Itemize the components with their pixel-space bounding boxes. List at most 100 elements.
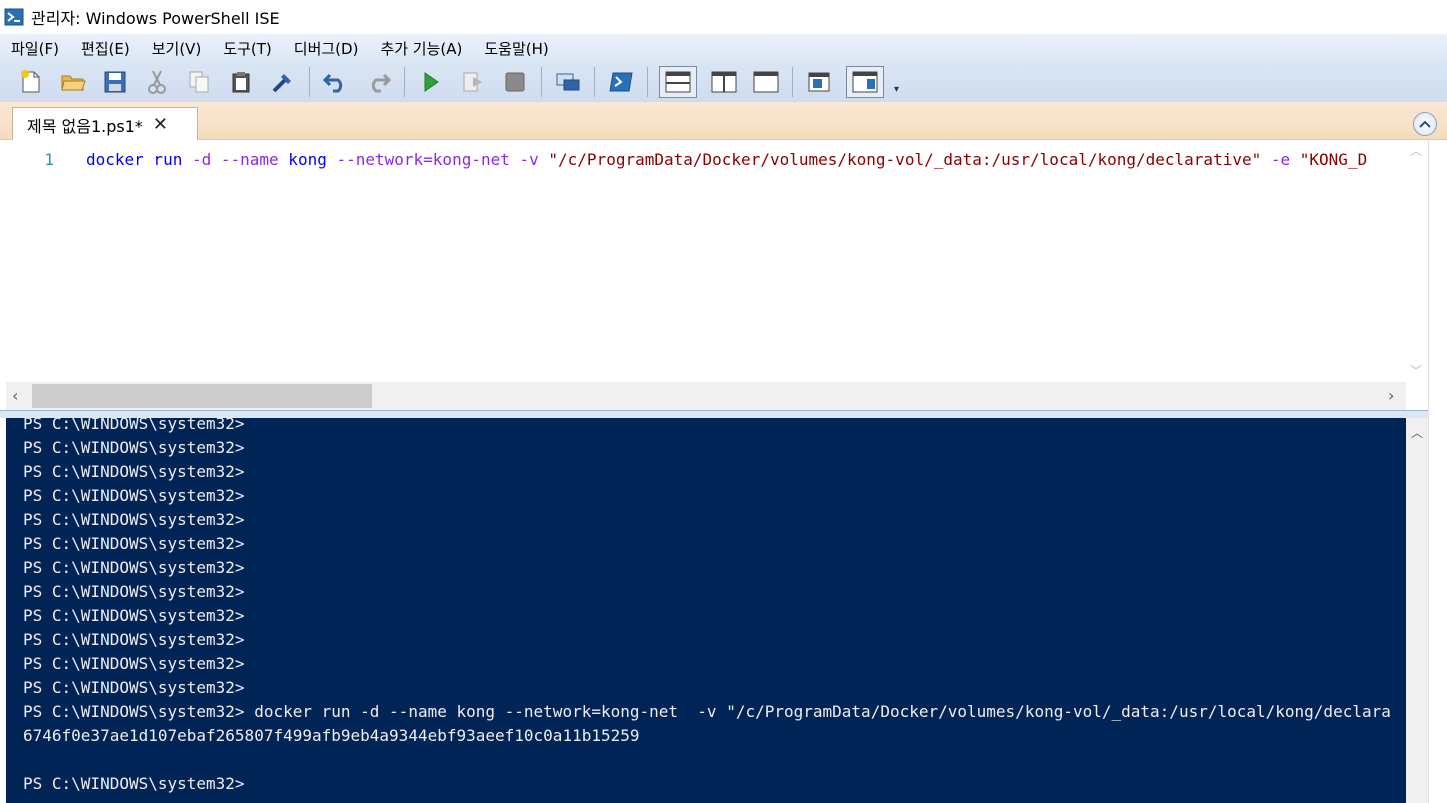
open-folder-icon xyxy=(61,75,86,91)
console-line: PS C:\WINDOWS\system32> xyxy=(23,558,245,577)
menu-bar: 파일(F) 편집(E) 보기(V) 도구(T) 디버그(D) 추가 기능(A) … xyxy=(0,34,1447,62)
run-selection-button[interactable] xyxy=(452,65,494,99)
show-script-pane-top-button[interactable] xyxy=(659,66,697,98)
scroll-up-icon[interactable]: ︿ xyxy=(1407,422,1427,442)
save-button[interactable] xyxy=(94,65,136,99)
editor-vertical-scrollbar[interactable]: ︿ ﹀ xyxy=(1406,140,1428,382)
token-parameter: -d xyxy=(191,150,212,169)
menu-tools[interactable]: 도구(T) xyxy=(212,38,282,59)
toolbar: ▾ xyxy=(0,62,1447,102)
scroll-right-icon[interactable]: › xyxy=(1388,386,1394,405)
new-remote-tab-button[interactable] xyxy=(547,65,589,99)
console-line: PS C:\WINDOWS\system32> xyxy=(23,606,245,625)
console-line: PS C:\WINDOWS\system32> xyxy=(23,418,245,433)
console-pane[interactable]: PS C:\WINDOWS\system32> PS C:\WINDOWS\sy… xyxy=(6,418,1406,803)
title-bar: 관리자: Windows PowerShell ISE xyxy=(0,0,1447,34)
stop-button[interactable] xyxy=(494,65,536,99)
console-line: PS C:\WINDOWS\system32> xyxy=(23,678,245,697)
menu-help[interactable]: 도움말(H) xyxy=(473,38,559,59)
token-command: run xyxy=(143,150,192,169)
close-icon[interactable]: ✕ xyxy=(153,114,168,135)
console-line: PS C:\WINDOWS\system32> xyxy=(23,630,245,649)
redo-button[interactable] xyxy=(357,65,399,99)
console-line: PS C:\WINDOWS\system32> xyxy=(23,582,245,601)
redo-icon xyxy=(371,73,391,93)
scrollbar-thumb[interactable] xyxy=(32,384,372,408)
show-command-window-icon xyxy=(808,72,830,92)
start-powershell-button[interactable] xyxy=(600,65,642,99)
new-file-icon xyxy=(21,70,40,93)
console-line: PS C:\WINDOWS\system32> xyxy=(23,438,245,457)
console-line: PS C:\WINDOWS\system32> xyxy=(23,486,245,505)
token-command: kong xyxy=(278,150,337,169)
window-title: 관리자: Windows PowerShell ISE xyxy=(31,9,280,28)
menu-debug[interactable]: 디버그(D) xyxy=(283,38,370,59)
stop-icon xyxy=(505,72,525,92)
console-output-line: 6746f0e37ae1d107ebaf265807f499afb9eb4a93… xyxy=(23,726,640,745)
powershell-app-icon xyxy=(4,8,24,26)
toolbar-separator xyxy=(404,67,405,97)
run-script-button[interactable] xyxy=(410,65,452,99)
toolbar-separator xyxy=(309,67,310,97)
console-line: PS C:\WINDOWS\system32> xyxy=(23,510,245,529)
paste-button[interactable] xyxy=(220,65,262,99)
show-script-maximized-icon xyxy=(753,71,779,93)
scroll-left-icon[interactable]: ‹ xyxy=(12,386,18,405)
console-vertical-scrollbar[interactable]: ︿ xyxy=(1406,418,1428,803)
show-script-pane-right-button[interactable] xyxy=(703,65,745,99)
script-editor[interactable]: 1 docker run -d --name kong --network=ko… xyxy=(6,140,1428,382)
undo-button[interactable] xyxy=(315,65,357,99)
clear-console-button[interactable] xyxy=(262,65,304,99)
show-command-addon-button[interactable] xyxy=(846,66,884,98)
open-button[interactable] xyxy=(52,65,94,99)
token-command: docker xyxy=(86,150,144,169)
paste-icon xyxy=(232,72,250,93)
run-selection-icon xyxy=(463,72,482,92)
tab-untitled1[interactable]: 제목 없음1.ps1* ✕ xyxy=(12,107,198,141)
copy-button[interactable] xyxy=(178,65,220,99)
token-parameter: -v xyxy=(519,150,539,169)
token-parameter: --network=kong-net xyxy=(336,150,510,169)
menu-file[interactable]: 파일(F) xyxy=(0,38,70,59)
scroll-down-icon[interactable]: ﹀ xyxy=(1410,362,1422,379)
token-parameter: -e xyxy=(1270,150,1291,169)
cut-button[interactable] xyxy=(136,65,178,99)
script-tab-strip: 제목 없음1.ps1* ✕ xyxy=(0,102,1447,141)
right-edge xyxy=(1428,140,1447,803)
collapse-script-pane-button[interactable] xyxy=(1413,112,1437,136)
clear-console-icon xyxy=(272,74,291,93)
toolbar-separator xyxy=(541,67,542,97)
toolbar-separator xyxy=(792,67,793,97)
pane-splitter[interactable] xyxy=(0,410,1447,418)
token-string: "/c/ProgramData/Docker/volumes/kong-vol/… xyxy=(538,150,1262,169)
toolbar-separator xyxy=(647,67,648,97)
console-prompt[interactable]: PS C:\WINDOWS\system32> xyxy=(23,772,245,796)
new-file-button[interactable] xyxy=(10,65,52,99)
cut-icon xyxy=(148,70,166,94)
undo-icon xyxy=(323,73,343,93)
token-string: "KONG_D xyxy=(1290,150,1368,169)
run-script-icon xyxy=(424,72,439,92)
chevron-up-icon xyxy=(1419,120,1431,128)
console-line: PS C:\WINDOWS\system32> xyxy=(23,654,245,673)
new-remote-tab-icon xyxy=(556,73,580,91)
show-command-addon-icon xyxy=(852,71,878,93)
editor-horizontal-scrollbar[interactable]: ‹ › xyxy=(6,382,1406,410)
show-script-pane-maximized-button[interactable] xyxy=(745,65,787,99)
menu-view[interactable]: 보기(V) xyxy=(141,38,213,59)
powershell-icon xyxy=(609,72,633,92)
show-command-window-button[interactable] xyxy=(798,65,840,99)
console-line: PS C:\WINDOWS\system32> xyxy=(23,534,245,553)
code-text[interactable]: docker run -d --name kong --network=kong… xyxy=(86,150,1367,169)
copy-icon xyxy=(189,71,209,93)
show-script-top-icon xyxy=(665,71,691,93)
line-number: 1 xyxy=(44,150,54,169)
scroll-up-icon[interactable]: ︿ xyxy=(1410,142,1422,159)
menu-addons[interactable]: 추가 기능(A) xyxy=(369,38,473,59)
toolbar-overflow-icon[interactable]: ▾ xyxy=(894,84,899,95)
menu-edit[interactable]: 편집(E) xyxy=(70,38,141,59)
console-command-line: PS C:\WINDOWS\system32> docker run -d --… xyxy=(23,702,1391,721)
